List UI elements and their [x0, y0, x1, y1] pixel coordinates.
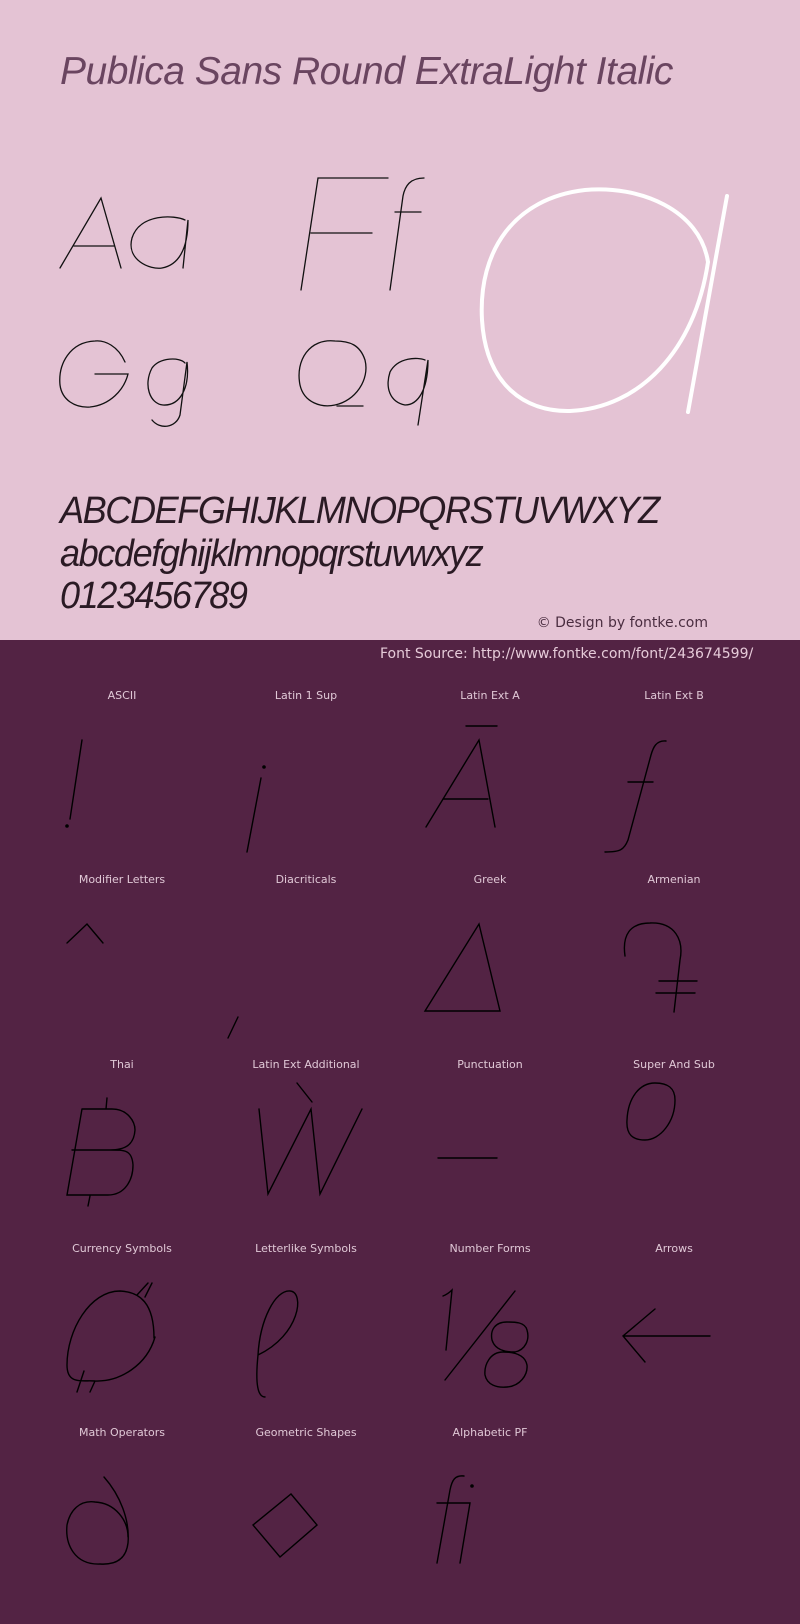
glyph-invexclam — [246, 777, 262, 853]
glyph-fi-dot — [470, 1484, 474, 1488]
glyph-wgrave — [258, 1082, 363, 1197]
glyph-script-l — [256, 1290, 299, 1398]
glyph-fhook — [604, 740, 667, 853]
glyph-exclam-dot — [65, 824, 69, 828]
glyph-partial — [66, 1476, 129, 1565]
glyph-dram — [623, 922, 698, 1013]
glyph-oneeighth — [442, 1288, 529, 1388]
glyph-delta — [423, 922, 501, 1012]
glyph-lozenge — [252, 1493, 318, 1558]
block-glyph-drawings — [65, 725, 711, 1565]
glyph-leftarrow — [622, 1308, 711, 1363]
glyph-circumflex — [66, 922, 104, 944]
glyph-diacritic — [227, 1016, 239, 1039]
glyph-exclam — [69, 739, 83, 820]
glyph-superzero — [626, 1082, 676, 1141]
glyph-cedi — [66, 1282, 156, 1393]
glyph-amacron — [425, 725, 498, 828]
glyph-fi-ligature — [436, 1475, 471, 1564]
glyph-baht — [66, 1097, 136, 1207]
glyph-invexclam-dot — [262, 765, 266, 769]
